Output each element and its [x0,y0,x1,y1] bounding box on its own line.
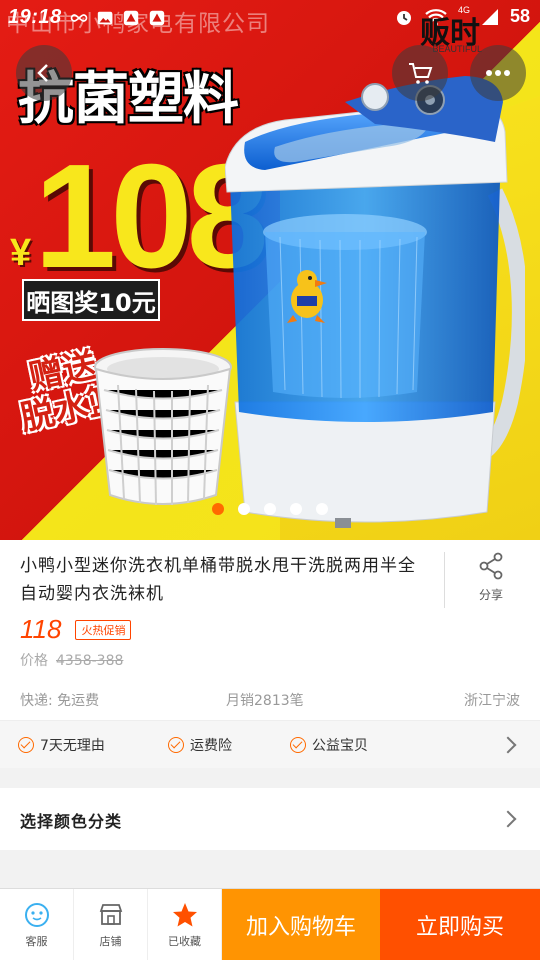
hot-promo-tag: 火热促销 [75,619,132,640]
product-title: 小鸭小型迷你洗衣机单桶带脱水甩干洗脱两用半全自动婴内衣洗袜机 [20,556,416,604]
shop-icon [99,904,122,925]
carousel-dot[interactable] [264,503,276,515]
share-label: 分享 [478,588,503,602]
original-price-row: 价格 4358-388 [20,650,123,670]
notification-icon [123,10,138,25]
carousel-dot[interactable] [316,503,328,515]
carousel-indicator [0,503,540,515]
buy-now-button[interactable]: 立即购买 [380,889,540,960]
favorite-label: 已收藏 [168,935,201,948]
shop-label: 店铺 [99,935,122,948]
product-price: 118 [20,614,62,644]
hero-currency: ¥ [10,232,32,274]
drain-basket-illustration [94,348,232,506]
back-button[interactable] [16,45,72,101]
more-dots-icon [486,70,510,76]
share-divider [444,552,445,608]
service-guarantees-row[interactable]: 7天无理由 运费险 公益宝贝 [0,720,540,768]
more-button[interactable] [470,45,526,101]
chevron-right-icon [499,810,517,828]
service-item: 7天无理由 [18,735,105,755]
alarm-icon [396,10,411,25]
chevron-left-icon [37,64,48,82]
product-hero-image[interactable]: 中山市小鸭家电有限公司 19:18 4G 58 贩时 BEAUTIFUL 抗菌塑… [0,0,540,540]
check-icon [290,737,306,753]
chat-icon [24,903,49,927]
app-notification-icon [149,10,164,25]
monthly-sales: 月销2813笔 [226,693,304,709]
service-item: 运费险 [168,735,232,755]
share-icon [479,552,503,580]
shipping-info: 快递: 免运费 [20,693,100,709]
carousel-dot[interactable] [238,503,250,515]
service-label: 运费险 [190,738,232,754]
carousel-dot[interactable] [212,503,224,515]
add-to-cart-button[interactable]: 加入购物车 [222,889,380,960]
washing-machine-illustration [225,76,525,528]
product-detail-page: 中山市小鸭家电有限公司 19:18 4G 58 贩时 BEAUTIFUL 抗菌塑… [0,0,540,960]
favorite-button[interactable]: 已收藏 [148,889,222,960]
bottom-action-bar: 客服 店铺 已收藏 加入购物车 立即购买 [0,888,540,960]
cart-icon [409,63,433,84]
cart-button[interactable] [392,45,448,101]
hero-promo-badge: 晒图奖10元 [22,279,160,321]
customer-service-label: 客服 [25,935,48,948]
sku-selector[interactable]: 选择颜色分类 [0,788,540,850]
customer-service-button[interactable]: 客服 [0,889,74,960]
star-icon [172,903,197,927]
status-time: 19:18 [8,6,62,28]
image-icon [97,11,112,24]
infinity-icon [70,13,87,22]
check-icon [168,737,184,753]
price-row: 118 火热促销 [20,614,132,645]
battery-level: 58 [509,6,530,26]
chevron-right-icon [499,736,517,754]
original-price: 4358-388 [56,653,124,669]
shop-button[interactable]: 店铺 [74,889,148,960]
service-label: 7天无理由 [40,738,105,754]
check-icon [18,737,34,753]
sku-label: 选择颜色分类 [20,812,123,831]
product-info-section: 小鸭小型迷你洗衣机单桶带脱水甩干洗脱两用半全自动婴内衣洗袜机 分享 118 火热… [0,540,540,720]
signal-icon [481,8,498,25]
original-price-label: 价格 [20,653,48,669]
service-item: 公益宝贝 [290,735,368,755]
ship-location: 浙江宁波 [464,693,520,709]
carousel-dot[interactable] [290,503,302,515]
service-label: 公益宝贝 [312,738,368,754]
share-button[interactable]: 分享 [460,552,522,603]
